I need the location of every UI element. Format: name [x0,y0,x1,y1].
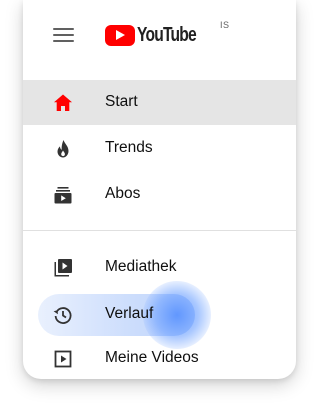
sidebar-item-meine-videos[interactable]: Meine Videos [23,336,296,379]
sidebar-item-label: Abos [105,185,141,202]
sidebar-item-mediathek[interactable]: Mediathek [23,245,296,290]
screen: YouTube IS Start Trends Abos Mediathek V… [0,0,323,404]
flame-icon [57,140,69,158]
sidebar-item-verlauf[interactable]: Verlauf [23,292,296,337]
country-code: IS [220,20,230,30]
section-divider [23,230,296,231]
sidebar-drawer: YouTube IS Start Trends Abos Mediathek V… [23,0,296,379]
sidebar-item-label: Start [105,93,138,110]
sidebar-item-label: Trends [105,139,153,156]
youtube-play-icon [105,24,135,46]
sidebar-item-label: Meine Videos [105,349,199,366]
menu-icon[interactable] [53,27,74,43]
sidebar-item-label: Mediathek [105,258,177,275]
library-icon [54,259,72,277]
subscriptions-icon [54,187,72,204]
my-videos-icon [54,350,72,368]
sidebar-item-label: Verlauf [105,305,154,322]
sidebar-item-abos[interactable]: Abos [23,172,296,217]
logo-text: YouTube [137,23,197,46]
drawer-header: YouTube IS [23,0,296,70]
youtube-logo[interactable]: YouTube IS [105,20,229,48]
home-icon [54,94,72,111]
history-icon [53,307,72,324]
sidebar-item-trends[interactable]: Trends [23,126,296,171]
sidebar-item-start[interactable]: Start [23,80,296,125]
